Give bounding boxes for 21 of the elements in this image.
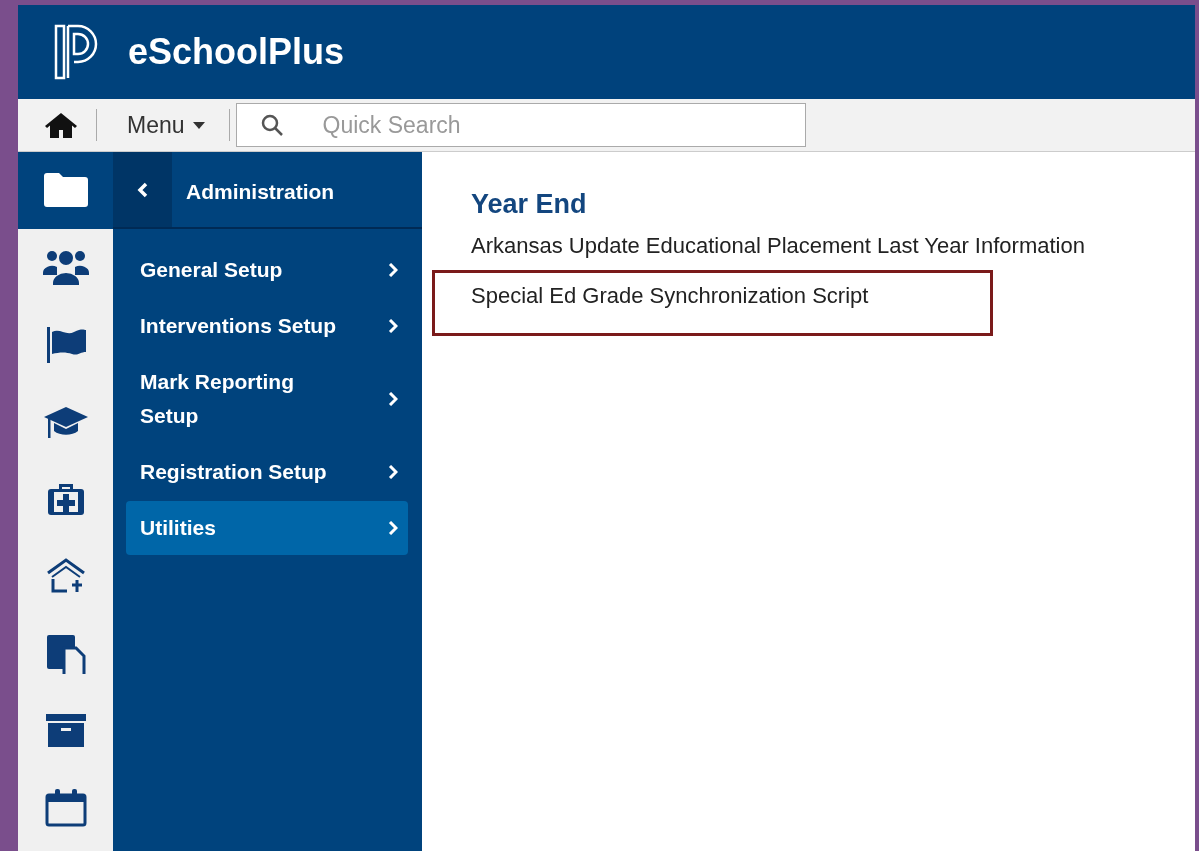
menu-item[interactable]: Interventions Setup xyxy=(126,299,408,353)
caret-icon xyxy=(192,121,205,129)
report-link[interactable]: Special Ed Grade Synchronization Script xyxy=(471,282,869,308)
chevron-right-icon xyxy=(388,465,398,479)
chevron-right-icon xyxy=(388,392,398,406)
menu-button[interactable]: Menu xyxy=(111,107,221,143)
menu-item[interactable]: Utilities xyxy=(126,501,408,555)
menu-item[interactable]: Registration Setup xyxy=(126,445,408,499)
chevron-right-icon xyxy=(388,521,398,535)
search-icon xyxy=(259,113,284,137)
section-heading: Year End xyxy=(471,188,588,221)
menu-item[interactable]: Mark Reporting Setup xyxy=(126,355,408,443)
menu-item[interactable]: General Setup xyxy=(126,243,408,297)
search-field[interactable]: Quick Search xyxy=(235,103,806,147)
report-link[interactable]: Arkansas Update Educational Placement Last Year Information xyxy=(471,232,1085,258)
chevron-right-icon xyxy=(388,319,398,333)
menu-title: Administration xyxy=(185,179,335,205)
app-name: eSchoolPlus xyxy=(128,30,345,74)
chevron-right-icon xyxy=(388,263,398,277)
chevron-left-icon xyxy=(136,181,149,198)
home-icon[interactable] xyxy=(44,111,78,139)
